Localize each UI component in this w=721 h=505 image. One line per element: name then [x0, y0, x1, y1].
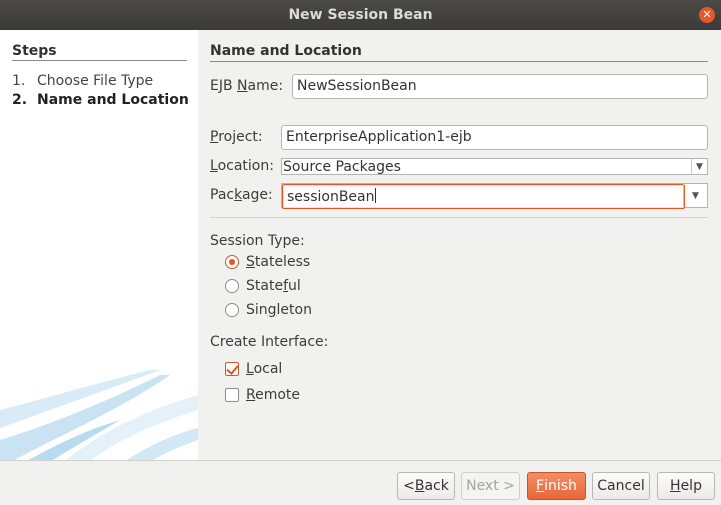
package-input[interactable]: sessionBean — [282, 184, 685, 209]
radio-singleton[interactable] — [225, 303, 239, 317]
separator — [210, 217, 708, 218]
label-text: ack — [424, 478, 449, 494]
checkbox-local-label[interactable]: Local — [246, 361, 282, 377]
steps-title: Steps — [12, 43, 57, 59]
radio-stateless-label[interactable]: Stateless — [246, 254, 310, 270]
steps-divider — [12, 60, 187, 61]
label-text: tateless — [254, 254, 311, 270]
location-dropdown[interactable]: Source Packages ▼ — [281, 158, 708, 175]
package-label: Package: — [210, 187, 273, 203]
package-value: sessionBean — [287, 189, 375, 205]
help-button[interactable]: Help — [657, 472, 715, 500]
label-mnemonic: S — [246, 254, 255, 270]
chevron-down-icon[interactable]: ▼ — [683, 184, 707, 207]
title-bar: New Session Bean ✕ — [0, 0, 721, 30]
label-mnemonic: k — [234, 187, 242, 203]
back-button[interactable]: < Back — [397, 472, 455, 500]
label-text: < — [403, 478, 415, 494]
steps-panel: Steps 1. Choose File Type 2. Name and Loca… — [0, 30, 198, 460]
radio-singleton-label[interactable]: Singleton — [246, 302, 312, 318]
label-text: inish — [544, 478, 577, 494]
step-number: 2. — [12, 92, 28, 108]
label-text: leton — [276, 302, 312, 318]
checkbox-remote-label[interactable]: Remote — [246, 387, 300, 403]
label-mnemonic: B — [414, 478, 425, 494]
step-number: 1. — [12, 73, 26, 89]
project-label: Project: — [210, 129, 263, 145]
radio-stateful-label[interactable]: Stateful — [246, 278, 301, 294]
window-title: New Session Bean — [288, 7, 433, 23]
label-mnemonic: L — [210, 158, 218, 174]
label-mnemonic: F — [536, 478, 545, 494]
label-text: ul — [288, 278, 301, 294]
radio-stateless[interactable] — [225, 255, 239, 269]
label-text: roject: — [218, 129, 263, 145]
label-mnemonic: H — [670, 478, 681, 494]
session-type-label: Session Type: — [210, 233, 305, 249]
location-label: Location: — [210, 158, 274, 174]
location-value: Source Packages — [283, 159, 401, 175]
create-interface-label: Create Interface: — [210, 334, 329, 350]
label-mnemonic: R — [246, 387, 256, 403]
label-text: elp — [680, 478, 702, 494]
label-text: Pac — [210, 187, 235, 203]
package-combobox[interactable]: sessionBean ▼ — [281, 183, 708, 209]
ejb-name-label: EJB Name: — [210, 78, 283, 94]
checkbox-local[interactable] — [225, 362, 239, 376]
label-mnemonic: N — [237, 78, 248, 94]
label-mnemonic: L — [246, 361, 254, 377]
finish-button[interactable]: Finish — [527, 472, 586, 500]
label-mnemonic: g — [267, 302, 277, 318]
label-mnemonic: P — [210, 129, 219, 145]
label-text: age: — [241, 187, 273, 203]
step-choose-file-type: 1. Choose File Type — [12, 73, 153, 89]
checkbox-remote[interactable] — [225, 388, 239, 402]
project-field: EnterpriseApplication1-ejb — [281, 125, 708, 150]
step-name-and-location: 2. Name and Location — [12, 92, 189, 108]
footer-divider — [0, 460, 721, 461]
close-icon[interactable]: ✕ — [699, 7, 715, 23]
text-caret — [374, 188, 376, 203]
label-text: emote — [255, 387, 301, 403]
label-text: Sin — [246, 302, 268, 318]
section-divider — [210, 61, 708, 62]
label-text: EJB — [210, 78, 238, 94]
wizard-decoration-image — [0, 370, 198, 460]
label-text: ocation: — [217, 158, 274, 174]
step-label: Name and Location — [37, 92, 189, 108]
ejb-name-input[interactable]: NewSessionBean — [292, 74, 708, 99]
label-text: ame: — [247, 78, 284, 94]
next-button[interactable]: Next > — [461, 472, 520, 500]
cancel-button[interactable]: Cancel — [592, 472, 650, 500]
section-title: Name and Location — [210, 43, 362, 59]
label-text: ocal — [253, 361, 283, 377]
label-text: State — [246, 278, 284, 294]
radio-stateful[interactable] — [225, 279, 239, 293]
chevron-down-icon[interactable]: ▼ — [691, 159, 707, 174]
step-label: Choose File Type — [37, 73, 154, 89]
